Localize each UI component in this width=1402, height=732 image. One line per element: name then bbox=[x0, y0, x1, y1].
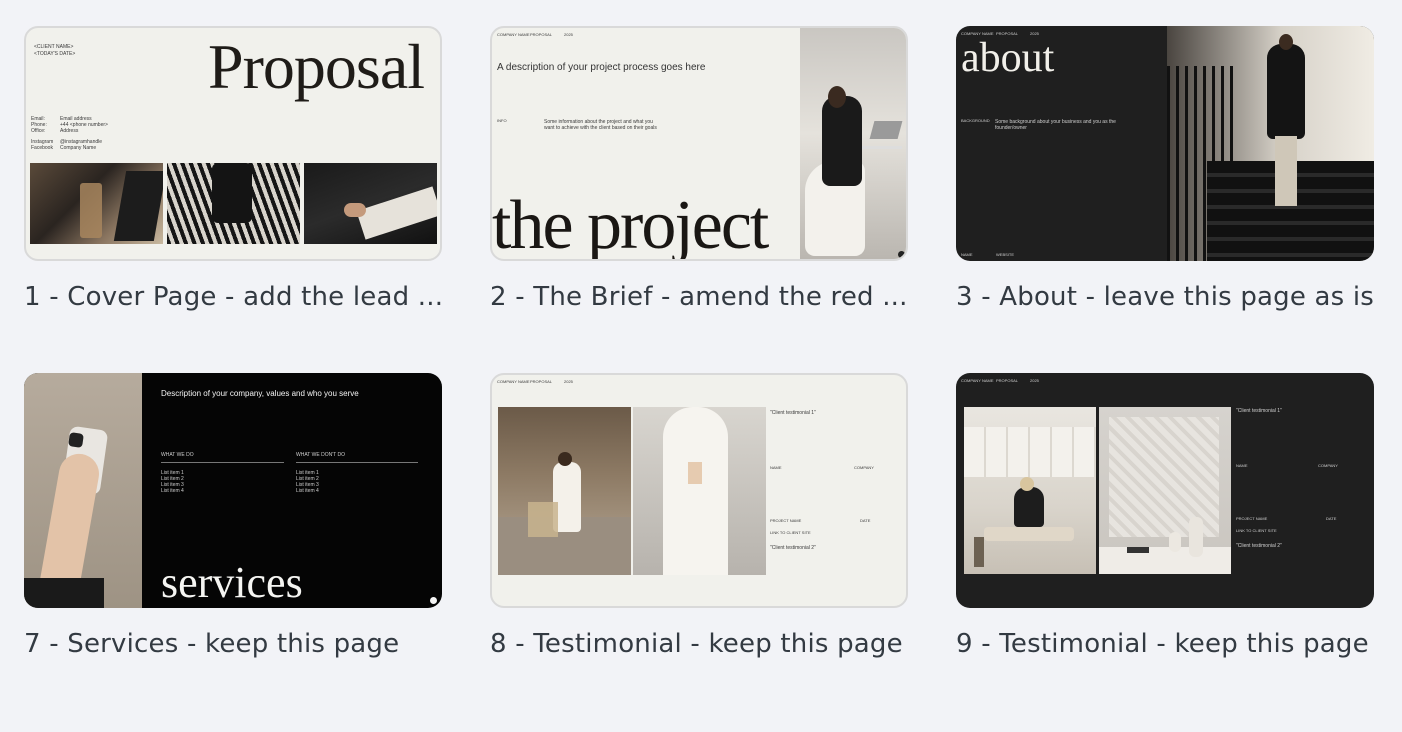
background-label: BACKGROUND bbox=[961, 118, 990, 123]
brief-title: the project bbox=[492, 187, 769, 261]
company-label: COMPANY bbox=[854, 465, 874, 470]
social-label: Facebook bbox=[31, 145, 53, 151]
header-year: 2025 bbox=[564, 379, 573, 384]
page-indicator-dot bbox=[898, 251, 905, 258]
header-company: COMPANY NAME bbox=[497, 32, 530, 37]
cover-title: Proposal bbox=[208, 31, 425, 102]
project-label: PROJECT NAME bbox=[1236, 516, 1268, 521]
brief-description: A description of your project process go… bbox=[497, 62, 706, 73]
date-label: DATE bbox=[860, 518, 871, 523]
name-label: NAME bbox=[1236, 463, 1248, 468]
company-label: COMPANY bbox=[1318, 463, 1338, 468]
footer-website: WEBSITE bbox=[996, 252, 1015, 257]
page-caption: 7 - Services - keep this page bbox=[24, 629, 400, 659]
info-text: want to achieve with the client based on… bbox=[544, 125, 657, 131]
contact-label: Office: bbox=[31, 128, 46, 134]
testimonial-photo-workspace bbox=[964, 407, 1096, 574]
page-thumbnail-testimonial-dark[interactable]: COMPANY NAME PROPOSAL 2025 "Client testi… bbox=[956, 373, 1374, 608]
header-proposal: PROPOSAL bbox=[530, 32, 553, 37]
col2-title: WHAT WE DON'T DO bbox=[296, 452, 346, 458]
background-text: founder/owner bbox=[995, 125, 1027, 131]
page-thumbnail-brief[interactable]: COMPANY NAME PROPOSAL 2025 A description… bbox=[490, 26, 908, 261]
page-thumbnail-cover[interactable]: <CLIENT NAME> <TODAY'S DATE> Proposal Em… bbox=[24, 26, 442, 261]
page-thumbnail-services[interactable]: Description of your company, values and … bbox=[24, 373, 442, 608]
link-label: LINK TO CLIENT SITE bbox=[1236, 528, 1277, 533]
social-value: Company Name bbox=[60, 145, 97, 151]
info-label: INFO bbox=[497, 118, 507, 123]
col1-item: List item 4 bbox=[161, 488, 184, 494]
header-company: COMPANY NAME bbox=[961, 378, 994, 383]
page-indicator-dot bbox=[430, 597, 437, 604]
col2-divider bbox=[296, 462, 418, 463]
cover-photo-hands bbox=[304, 163, 437, 244]
cover-photo-coffee bbox=[30, 163, 163, 244]
about-title: about bbox=[961, 35, 1055, 81]
testimonial-photo-white-suit bbox=[633, 407, 766, 575]
client-name-placeholder: <CLIENT NAME> bbox=[34, 44, 74, 50]
header-proposal: PROPOSAL bbox=[530, 379, 553, 384]
testimonial-1: "Client testimonial 1" bbox=[1236, 408, 1282, 414]
header-year: 2025 bbox=[1030, 378, 1039, 383]
testimonial-1: "Client testimonial 1" bbox=[770, 410, 816, 416]
link-label: LINK TO CLIENT SITE bbox=[770, 530, 811, 535]
footer-name: NAME bbox=[961, 252, 973, 257]
services-description: Description of your company, values and … bbox=[161, 389, 359, 398]
page-caption: 1 - Cover Page - add the lead ... bbox=[24, 282, 444, 312]
date-label: DATE bbox=[1326, 516, 1337, 521]
page-caption: 8 - Testimonial - keep this page bbox=[490, 629, 903, 659]
header-proposal: PROPOSAL bbox=[996, 378, 1019, 383]
header-company: COMPANY NAME bbox=[497, 379, 530, 384]
project-label: PROJECT NAME bbox=[770, 518, 802, 523]
services-title: services bbox=[161, 558, 303, 607]
col1-title: WHAT WE DO bbox=[161, 452, 194, 458]
date-placeholder: <TODAY'S DATE> bbox=[34, 51, 76, 57]
contact-value: Address bbox=[60, 128, 79, 134]
testimonial-2: "Client testimonial 2" bbox=[770, 545, 816, 551]
about-photo-stairs bbox=[1167, 26, 1374, 261]
testimonial-2: "Client testimonial 2" bbox=[1236, 543, 1282, 549]
name-label: NAME bbox=[770, 465, 782, 470]
col2-item: List item 4 bbox=[296, 488, 319, 494]
testimonial-photo-decor bbox=[1099, 407, 1231, 574]
page-caption: 9 - Testimonial - keep this page bbox=[956, 629, 1369, 659]
page-caption: 3 - About - leave this page as is bbox=[956, 282, 1375, 312]
page-thumbnail-testimonial-light[interactable]: COMPANY NAME PROPOSAL 2025 "Client testi… bbox=[490, 373, 908, 608]
testimonial-photo-cafe bbox=[498, 407, 631, 575]
cover-photo-stairs bbox=[167, 163, 300, 244]
col1-divider bbox=[161, 462, 284, 463]
header-year: 2025 bbox=[564, 32, 573, 37]
page-thumbnail-about[interactable]: COMPANY NAME PROPOSAL 2025 about BACKGRO… bbox=[956, 26, 1374, 261]
page-caption: 2 - The Brief - amend the red ... bbox=[490, 282, 908, 312]
brief-photo-laptop bbox=[800, 28, 906, 259]
services-photo-phone bbox=[24, 373, 142, 608]
